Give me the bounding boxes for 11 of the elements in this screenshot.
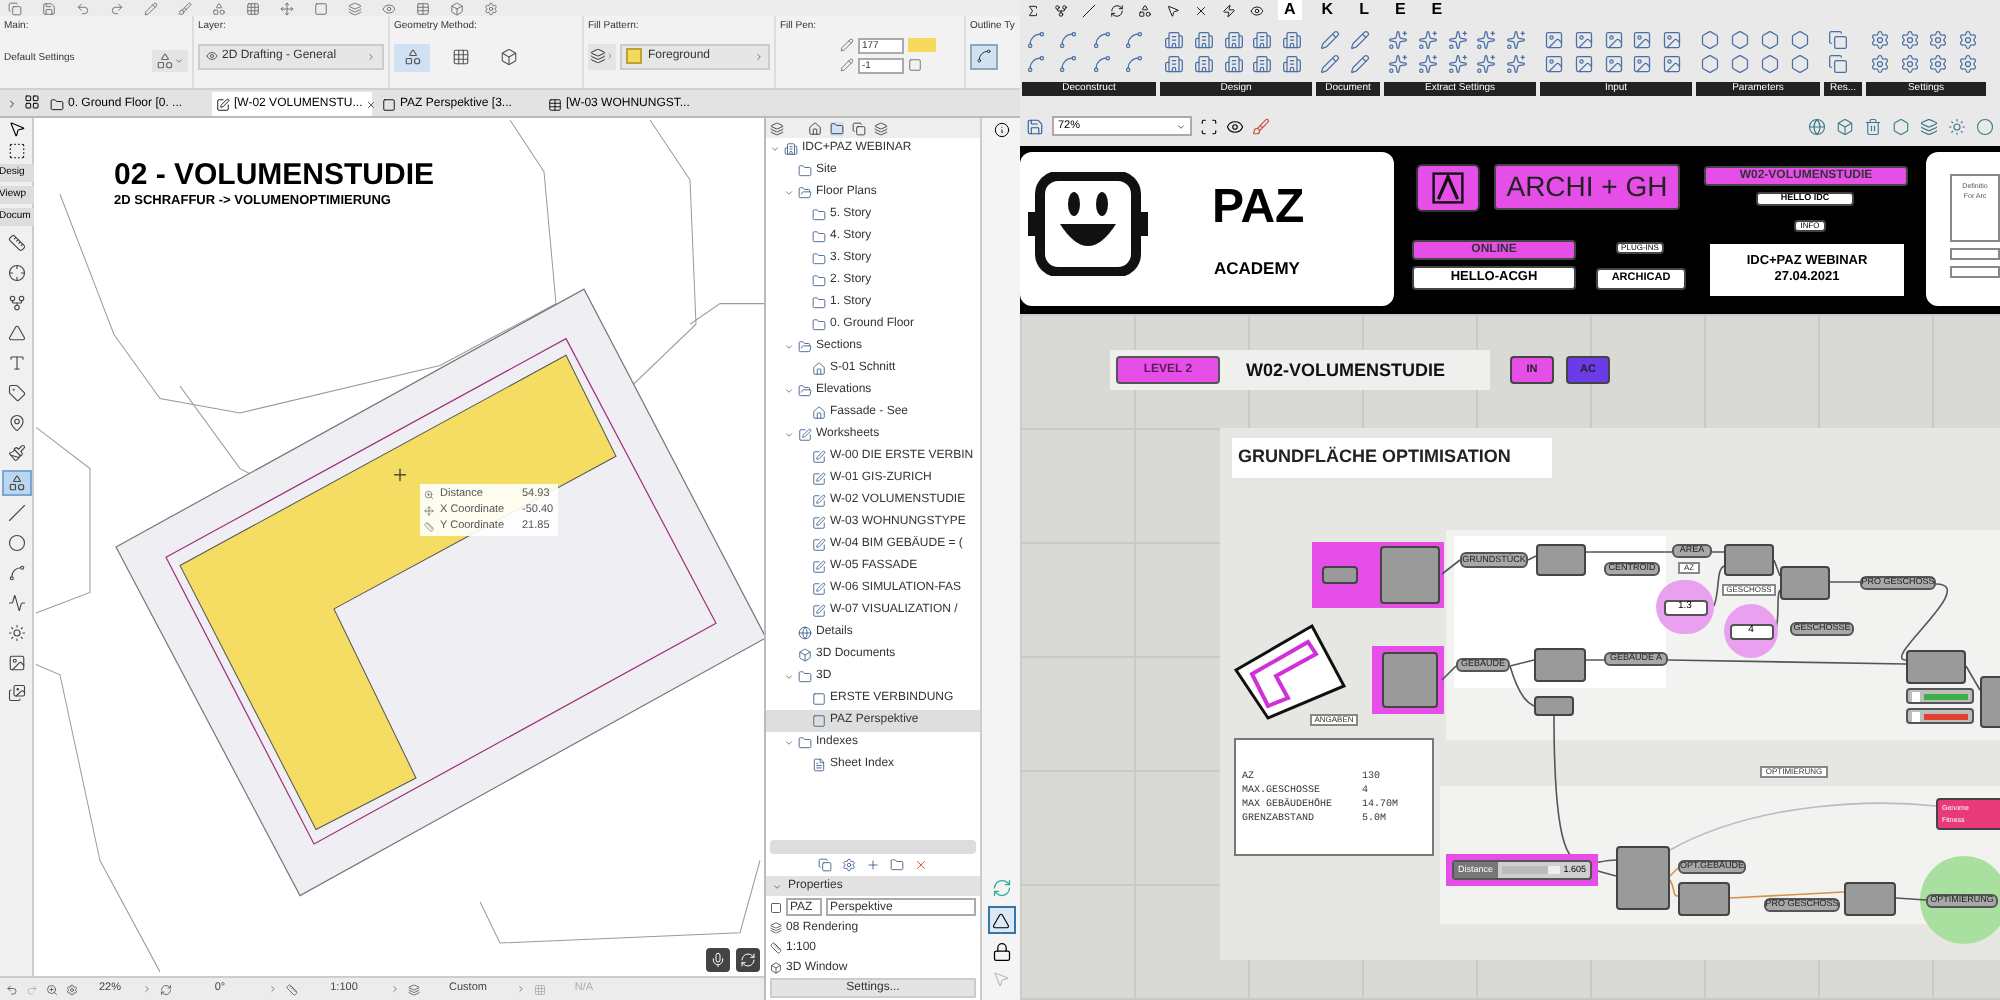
drawing-title: 02 - VOLUMENSTUDIE [114,160,435,192]
component-tab[interactable]: E [1425,0,1449,20]
title-tag: ARCHI + GH [1494,164,1680,210]
brand-name: PAZ [1212,184,1307,232]
group-title: GRUNDFLÄCHE OPTIMISATION [1232,438,1552,478]
section-title: W02-VOLUMENSTUDIE [1246,358,1448,382]
component-tab[interactable]: L [1353,0,1375,20]
component-tab[interactable]: K [1315,0,1340,20]
component-tab[interactable]: E [1388,0,1412,20]
component-tab[interactable]: A [1278,0,1302,20]
brand-subtitle: ACADEMY [1214,256,1302,278]
